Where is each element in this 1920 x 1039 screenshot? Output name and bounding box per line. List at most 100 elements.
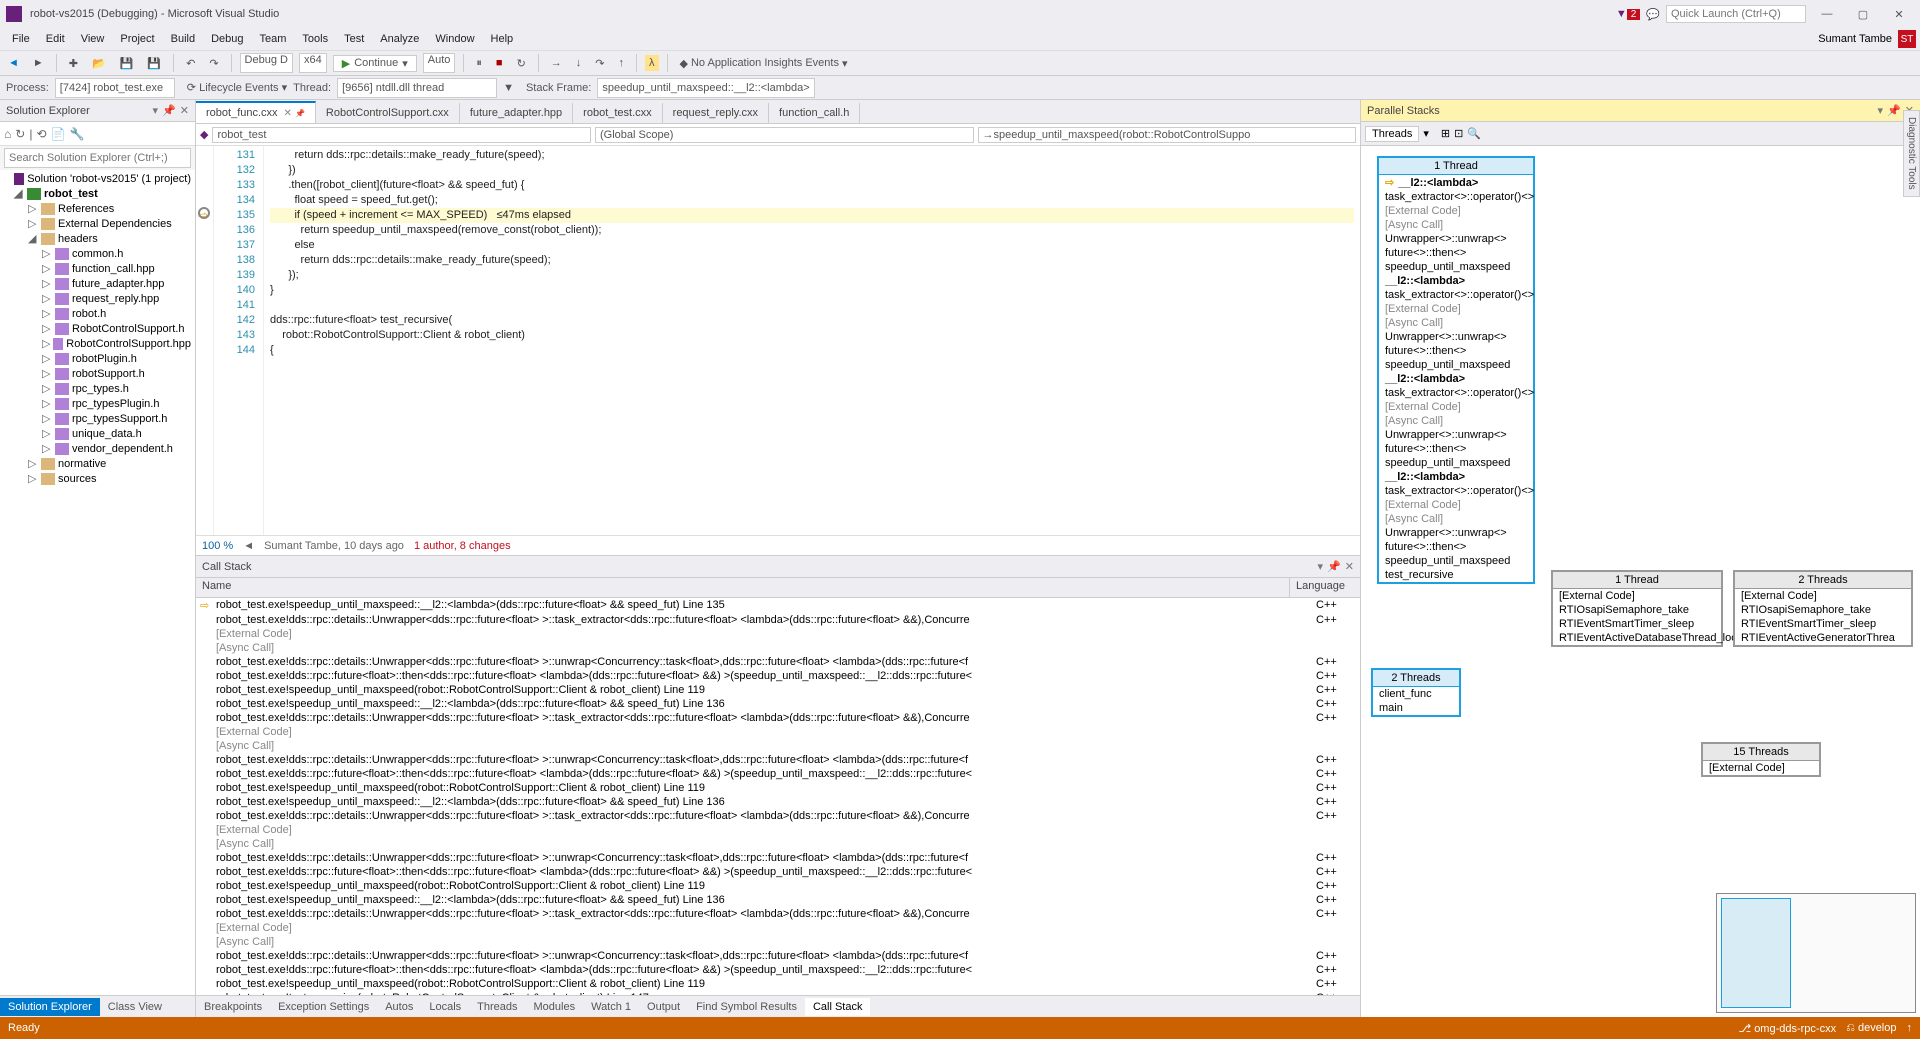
parallel-stacks-canvas[interactable]: 1 Thread⇨__l2::<lambda>task_extractor<>:… [1361, 146, 1920, 1017]
tab-future_adapter.hpp[interactable]: future_adapter.hpp [460, 103, 573, 123]
file-robotPlugin.h[interactable]: ▷robotPlugin.h [0, 351, 195, 366]
bottom-tab-autos[interactable]: Autos [377, 998, 421, 1016]
callstack-row[interactable]: robot_test.exe!dds::rpc::future<float>::… [196, 669, 1360, 683]
collapse-icon[interactable]: ↻ [15, 127, 25, 141]
zoom-level[interactable]: 100 % [202, 540, 233, 552]
callstack-row[interactable]: robot_test.exe!dds::rpc::details::Unwrap… [196, 949, 1360, 963]
break-all-icon[interactable]: ⏸ [472, 56, 486, 71]
pin-icon[interactable]: ▾ [153, 104, 159, 117]
ps-view-combo[interactable]: Threads [1365, 126, 1419, 142]
save-icon[interactable]: 💾 [116, 56, 138, 71]
bottom-tab-watch-1[interactable]: Watch 1 [583, 998, 639, 1016]
thread-filter-icon[interactable]: ▼ [503, 82, 514, 94]
tab-class-view[interactable]: Class View [100, 998, 170, 1016]
codelens-author[interactable]: Sumant Tambe, 10 days ago [264, 540, 404, 552]
ps-tool2-icon[interactable]: ⊡ [1454, 127, 1463, 140]
callstack-row[interactable]: robot_test.exe!dds::rpc::details::Unwrap… [196, 809, 1360, 823]
stackframe-combo[interactable]: speedup_until_maxspeed::__l2::<lambda> [597, 78, 814, 98]
menu-help[interactable]: Help [483, 31, 522, 47]
callstack-row[interactable]: [External Code] [196, 725, 1360, 739]
callstack-col-lang[interactable]: Language [1290, 578, 1360, 597]
callstack-row[interactable]: robot_test.exe!dds::rpc::future<float>::… [196, 963, 1360, 977]
file-unique_data.h[interactable]: ▷unique_data.h [0, 426, 195, 441]
maximize-button[interactable]: ▢ [1848, 8, 1878, 21]
file-function_call.hpp[interactable]: ▷function_call.hpp [0, 261, 195, 276]
hex-icon[interactable]: λ [645, 55, 659, 71]
bottom-tab-output[interactable]: Output [639, 998, 688, 1016]
file-common.h[interactable]: ▷common.h [0, 246, 195, 261]
lifecycle-dropdown[interactable]: ⟳ Lifecycle Events ▾ [187, 81, 287, 94]
callstack-row[interactable]: [External Code] [196, 921, 1360, 935]
stop-icon[interactable]: ■ [492, 56, 507, 70]
nav-back-icon[interactable]: ◄ [4, 56, 23, 70]
file-robot.h[interactable]: ▷robot.h [0, 306, 195, 321]
menu-test[interactable]: Test [336, 31, 372, 47]
callstack-row[interactable]: [Async Call] [196, 739, 1360, 753]
callstack-row[interactable]: [External Code] [196, 823, 1360, 837]
bottom-tab-locals[interactable]: Locals [421, 998, 469, 1016]
file-future_adapter.hpp[interactable]: ▷future_adapter.hpp [0, 276, 195, 291]
file-robotSupport.h[interactable]: ▷robotSupport.h [0, 366, 195, 381]
parallel-stacks-minimap[interactable] [1716, 893, 1916, 1013]
step-out-icon[interactable]: ↑ [615, 56, 629, 70]
ps-tool3-icon[interactable]: 🔍 [1467, 127, 1481, 140]
status-branch[interactable]: ⎌ develop [1846, 1022, 1896, 1035]
menu-team[interactable]: Team [252, 31, 295, 47]
new-project-icon[interactable]: ✚ [65, 56, 82, 71]
step-over-icon[interactable]: ↷ [591, 56, 608, 71]
user-avatar[interactable]: ST [1898, 30, 1916, 48]
callstack-row[interactable]: robot_test.exe!speedup_until_maxspeed(ro… [196, 977, 1360, 991]
tab-function_call.h[interactable]: function_call.h [769, 103, 860, 123]
nav-project[interactable]: robot_test [212, 127, 591, 143]
nav-scope[interactable]: (Global Scope) [595, 127, 974, 143]
callstack-row[interactable]: robot_test.exe!speedup_until_maxspeed::_… [196, 795, 1360, 809]
menu-build[interactable]: Build [163, 31, 203, 47]
callstack-body[interactable]: ⇨robot_test.exe!speedup_until_maxspeed::… [196, 598, 1360, 995]
bottom-tab-find-symbol-results[interactable]: Find Symbol Results [688, 998, 805, 1016]
menu-project[interactable]: Project [112, 31, 162, 47]
user-name[interactable]: Sumant Tambe [1818, 33, 1892, 45]
bottom-tab-exception-settings[interactable]: Exception Settings [270, 998, 377, 1016]
step-into-icon[interactable]: ↓ [572, 56, 586, 70]
sync-icon[interactable]: ⟲ [36, 127, 46, 141]
callstack-col-name[interactable]: Name [196, 578, 1290, 597]
file-rpc_typesPlugin.h[interactable]: ▷rpc_typesPlugin.h [0, 396, 195, 411]
file-vendor_dependent.h[interactable]: ▷vendor_dependent.h [0, 441, 195, 456]
properties-icon[interactable]: 🔧 [69, 127, 84, 141]
save-all-icon[interactable]: 💾 [143, 56, 165, 71]
open-icon[interactable]: 📂 [88, 56, 110, 71]
callstack-row[interactable]: robot_test.exe!dds::rpc::details::Unwrap… [196, 711, 1360, 725]
auto-combo[interactable]: Auto [423, 53, 456, 73]
close-pane-icon[interactable]: ✕ [180, 104, 189, 117]
platform-combo[interactable]: x64 [299, 53, 327, 73]
notification-flag-icon[interactable]: ▼2 [1616, 8, 1640, 20]
code-editor[interactable]: ⇨ 13113213313413513613713813914014114214… [196, 146, 1360, 535]
callstack-row[interactable]: robot_test.exe!dds::rpc::future<float>::… [196, 767, 1360, 781]
bottom-tab-modules[interactable]: Modules [526, 998, 584, 1016]
callstack-row[interactable]: [Async Call] [196, 837, 1360, 851]
file-request_reply.hpp[interactable]: ▷request_reply.hpp [0, 291, 195, 306]
menu-edit[interactable]: Edit [38, 31, 73, 47]
quick-launch-input[interactable] [1666, 5, 1806, 23]
callstack-row[interactable]: robot_test.exe!speedup_until_maxspeed(ro… [196, 879, 1360, 893]
file-RobotControlSupport.h[interactable]: ▷RobotControlSupport.h [0, 321, 195, 336]
callstack-row[interactable]: robot_test.exe!dds::rpc::details::Unwrap… [196, 753, 1360, 767]
ps-tool-icon[interactable]: ⊞ [1441, 127, 1450, 140]
undo-icon[interactable]: ↶ [182, 56, 199, 71]
nav-fwd-icon[interactable]: ► [29, 56, 48, 70]
show-all-icon[interactable]: 📄 [51, 127, 66, 141]
restart-icon[interactable]: ↻ [513, 56, 530, 71]
codelens-changes[interactable]: 1 author, 8 changes [414, 540, 511, 552]
callstack-row[interactable]: robot_test.exe!speedup_until_maxspeed::_… [196, 697, 1360, 711]
status-repo[interactable]: ⎇ omg-dds-rpc-cxx [1738, 1022, 1836, 1035]
file-rpc_typesSupport.h[interactable]: ▷rpc_typesSupport.h [0, 411, 195, 426]
file-rpc_types.h[interactable]: ▷rpc_types.h [0, 381, 195, 396]
redo-icon[interactable]: ↷ [205, 56, 222, 71]
callstack-row[interactable]: robot_test.exe!dds::rpc::details::Unwrap… [196, 851, 1360, 865]
menu-debug[interactable]: Debug [203, 31, 251, 47]
callstack-row[interactable]: ⇨robot_test.exe!speedup_until_maxspeed::… [196, 598, 1360, 613]
bottom-tab-breakpoints[interactable]: Breakpoints [196, 998, 270, 1016]
continue-button[interactable]: ▶Continue ▾ [333, 55, 417, 72]
close-button[interactable]: ✕ [1884, 8, 1914, 21]
callstack-row[interactable]: robot_test.exe!speedup_until_maxspeed(ro… [196, 683, 1360, 697]
